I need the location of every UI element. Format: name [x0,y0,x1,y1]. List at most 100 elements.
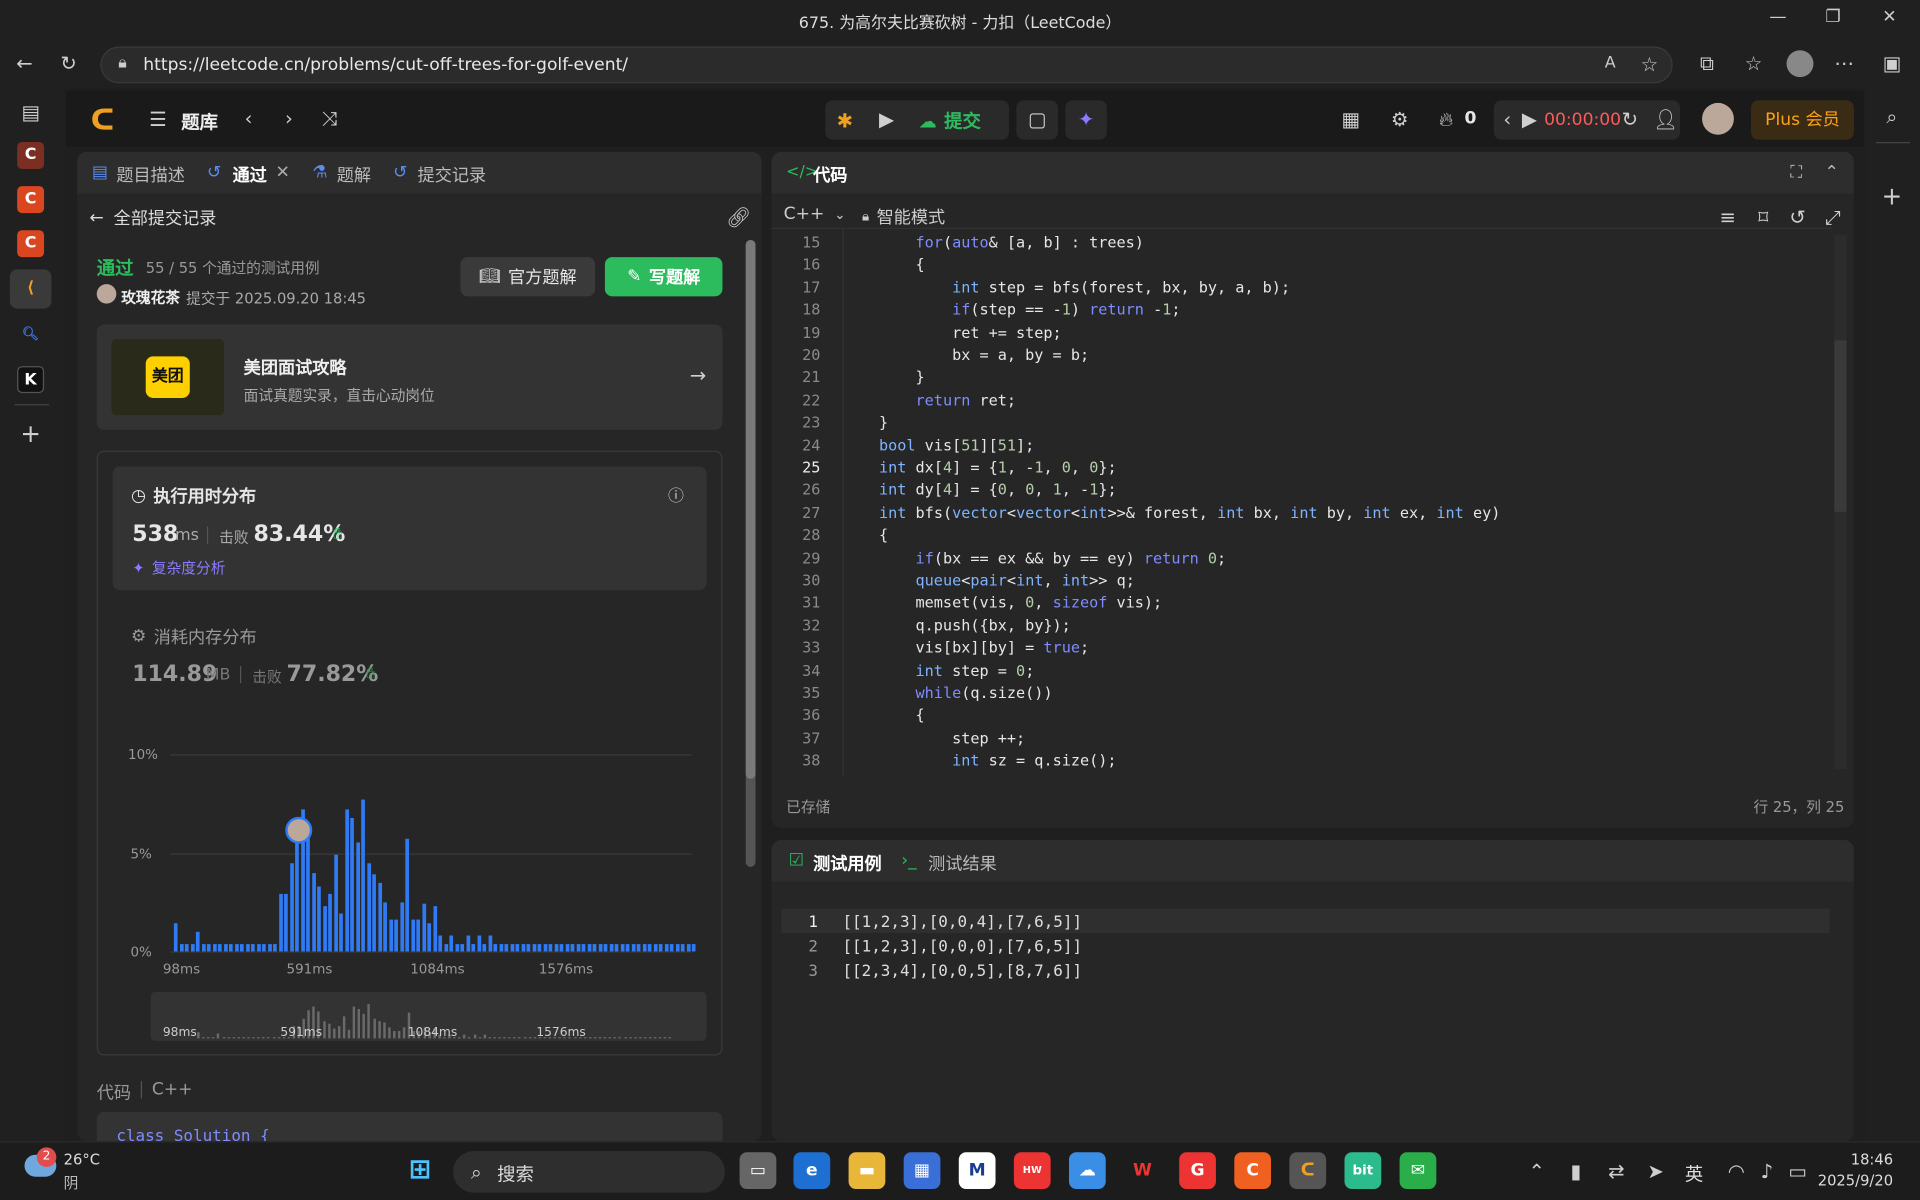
histogram-bar[interactable] [295,825,299,952]
histogram-bar[interactable] [388,919,393,952]
histogram-bar[interactable] [344,809,349,952]
histogram-bar[interactable] [284,894,288,952]
url-input[interactable]: https://leetcode.cn/problems/cut-off-tre… [100,46,1673,84]
code-line[interactable]: 33 vis[bx][by] = true; [771,637,1831,660]
histogram-bar[interactable] [333,854,338,952]
histogram-bar[interactable] [206,943,211,952]
histogram-bar[interactable] [278,894,283,952]
code-line[interactable]: 34 int step = 0; [771,660,1831,683]
close-icon[interactable]: ✕ [1877,7,1901,31]
histogram-bar[interactable] [289,862,294,952]
histogram-bar[interactable] [273,943,277,952]
histogram-bar[interactable] [245,943,250,952]
settings-gear-icon[interactable]: ⚙ [1389,108,1411,131]
histogram-bar[interactable] [311,872,316,952]
bookmark-icon[interactable]: ⌑ [1752,206,1774,229]
histogram-bar[interactable] [355,842,360,952]
histogram-bar[interactable] [234,943,239,952]
submit-button[interactable]: ☁ 提交 [918,108,980,134]
fullscreen-icon[interactable]: ⛶ [1790,163,1802,183]
next-problem-icon[interactable]: › [278,107,300,130]
tab-k-icon[interactable]: K [17,366,45,394]
shuffle-icon[interactable]: ⤨ [317,107,341,131]
tray-send-icon[interactable]: ➤ [1645,1160,1667,1183]
smart-mode-toggle[interactable]: 🔒︎ 智能模式 [862,204,945,228]
refresh-icon[interactable]: ↻ [56,51,80,74]
histogram-bar[interactable] [217,943,222,952]
editor-scrollbar-thumb[interactable] [1834,340,1847,512]
histogram-bar[interactable] [669,943,674,952]
histogram-bar[interactable] [184,943,189,952]
leetcode-logo-icon[interactable]: ᑕ [91,103,118,137]
histogram-bar[interactable] [532,943,536,952]
histogram-bar[interactable] [195,931,200,952]
timer-play-icon[interactable]: ▶ [1521,108,1538,131]
code-line[interactable]: 32 q.push({bx, by}); [771,614,1831,637]
histogram-bar[interactable] [570,943,575,952]
histogram-bar[interactable] [581,943,586,952]
histogram-bar[interactable] [350,817,354,952]
histogram-bar[interactable] [587,943,591,952]
minimize-icon[interactable]: — [1766,7,1790,31]
histogram-bar[interactable] [521,943,525,952]
histogram-bar[interactable] [366,862,371,952]
tab-csdn-1[interactable]: C [17,142,45,169]
histogram-bar[interactable] [372,874,376,952]
histogram-bar[interactable] [394,919,398,952]
histogram-bar[interactable] [190,943,195,952]
histogram-bar[interactable] [427,923,432,952]
tab-csdn-3[interactable]: C [17,230,45,258]
histogram-bar[interactable] [498,943,503,952]
histogram-bar[interactable] [317,886,321,952]
histogram-bar[interactable] [432,906,437,952]
code-line[interactable]: 15 for(auto& [a, b] : trees) [771,231,1831,254]
histogram-bar[interactable] [179,943,184,952]
debug-icon[interactable]: ✱ [833,109,857,132]
write-solution-button[interactable]: ✎ 写题解 [604,257,723,297]
code-line[interactable]: 19 ret += step; [771,322,1831,345]
histogram-bar[interactable] [691,943,696,952]
histogram-bar[interactable] [609,943,613,952]
histogram-bar[interactable] [653,943,657,952]
bit-app-icon[interactable]: bit [1344,1152,1382,1189]
tab-csdn-2[interactable]: C [17,186,45,214]
clock-time[interactable]: 18:46 [1834,1151,1893,1168]
favorites-icon[interactable]: ☆ [1741,51,1765,74]
histogram-bar[interactable] [377,882,382,952]
histogram-bar[interactable] [515,943,520,952]
left-scrollbar-thumb[interactable] [745,240,756,779]
prev-problem-icon[interactable]: ‹ [238,107,260,130]
edge-browser-icon[interactable]: e [793,1152,831,1189]
add-icon[interactable]: + [1878,181,1905,210]
histogram-bar[interactable] [526,943,531,952]
timer-collapse-icon[interactable]: ‹ [1499,108,1516,131]
histogram-bar[interactable] [620,943,624,952]
histogram-bar[interactable] [383,902,387,952]
code-line[interactable]: 31 memset(vis, 0, sizeof vis); [771,592,1831,615]
memory-heading[interactable]: ⚙ 消耗内存分布 [131,624,257,648]
code-line[interactable]: 26 int dy[4] = {0, 0, 1, -1}; [771,479,1831,502]
code-line[interactable]: 35 while(q.size()) [771,682,1831,705]
tab-code[interactable]: 代码 [813,163,847,187]
tray-settings-icon[interactable]: ⇄ [1605,1160,1627,1183]
histogram-bar[interactable] [476,935,481,952]
histogram-bar[interactable] [625,943,630,952]
taskbar-search[interactable] [453,1151,725,1193]
code-editor[interactable]: 15 for(auto& [a, b] : trees) 16 {17 int s… [771,227,1832,777]
back-to-submissions[interactable]: ← 全部提交记录 [89,206,216,230]
search-icon[interactable]: ⌕ [1878,105,1905,129]
back-icon[interactable]: ← [12,51,36,74]
wechat-icon[interactable]: ✉ [1399,1152,1437,1189]
clock-date[interactable]: 2025/9/20 [1795,1172,1893,1189]
volume-icon[interactable]: ♪ [1756,1160,1778,1183]
histogram-bar[interactable] [328,894,332,952]
official-solution-button[interactable]: 📖︎ 官方题解 [460,257,596,297]
histogram-bar[interactable] [256,943,261,952]
code-line[interactable]: 38 int sz = q.size(); [771,750,1831,773]
histogram-bar[interactable] [410,919,415,952]
histogram-bar[interactable] [598,943,602,952]
histogram-bar[interactable] [416,919,421,952]
histogram-bar[interactable] [631,943,635,952]
layout-icon[interactable]: ▦ [1340,108,1362,131]
histogram-bar[interactable] [267,943,272,952]
